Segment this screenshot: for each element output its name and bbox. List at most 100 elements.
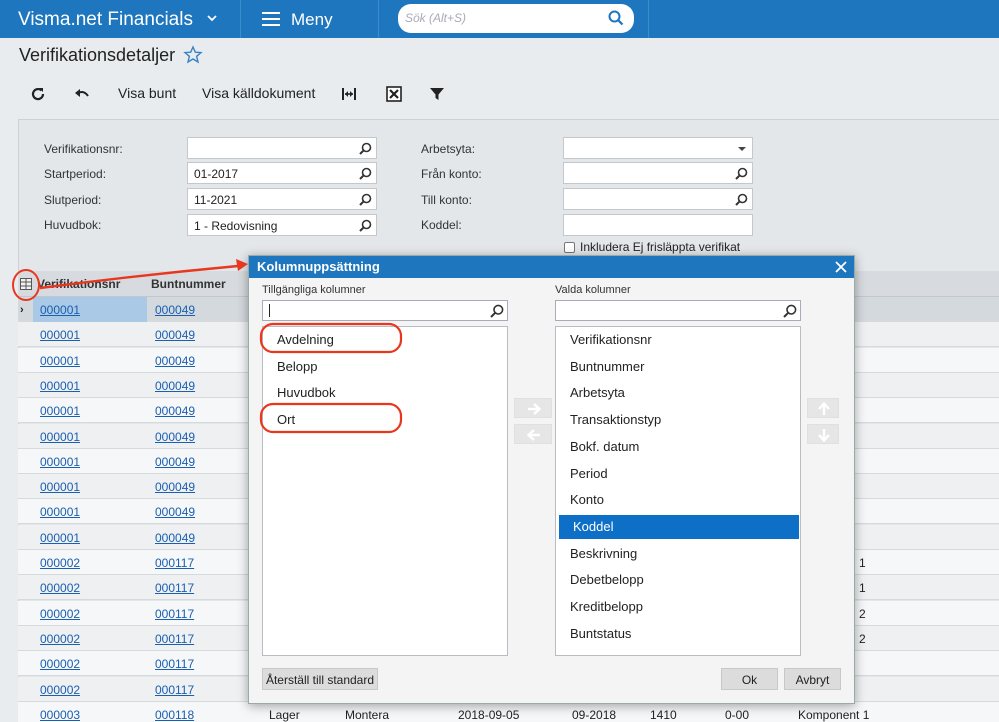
buntnummer-link[interactable]: 000049 xyxy=(155,531,195,545)
verifikationsnr-link[interactable]: 000001 xyxy=(40,328,80,342)
fit-columns-icon[interactable] xyxy=(341,86,357,102)
list-item[interactable]: Bokf. datum xyxy=(556,435,796,459)
ok-button[interactable]: Ok xyxy=(721,668,778,690)
verifikationsnr-link[interactable]: 000001 xyxy=(40,379,80,393)
list-item[interactable]: Huvudbok xyxy=(263,381,503,405)
buntnummer-link[interactable]: 000117 xyxy=(155,581,194,595)
buntnummer-link[interactable]: 000117 xyxy=(155,632,194,646)
verifikationsnr-link[interactable]: 000001 xyxy=(40,480,80,494)
divider xyxy=(648,0,649,38)
menu-button[interactable]: Meny xyxy=(291,10,333,30)
global-search-input[interactable]: Sök (Alt+S) xyxy=(398,4,634,33)
column-settings-icon[interactable] xyxy=(20,278,32,290)
inkludera-checkbox[interactable] xyxy=(564,242,575,253)
brand-name[interactable]: Visma.net Financials xyxy=(18,9,193,31)
reset-to-default-button[interactable]: Återställ till standard xyxy=(262,668,378,690)
verifikationsnr-link[interactable]: 000001 xyxy=(40,354,80,368)
table-row[interactable]: 000003 000118 Lager Montera 2018-09-05 09-201… xyxy=(18,701,999,722)
buntnummer-link[interactable]: 000049 xyxy=(155,480,195,494)
chevron-down-icon[interactable] xyxy=(206,12,218,24)
search-icon[interactable] xyxy=(608,10,624,26)
list-item[interactable]: Verifikationsnr xyxy=(556,328,796,352)
available-search-input[interactable] xyxy=(262,300,508,321)
visa-bunt-button[interactable]: Visa bunt xyxy=(118,85,176,101)
close-icon[interactable] xyxy=(834,260,848,274)
search-icon[interactable] xyxy=(735,167,748,180)
verifikationsnr-link[interactable]: 000001 xyxy=(40,404,80,418)
search-icon[interactable] xyxy=(735,193,748,206)
hamburger-menu-icon[interactable] xyxy=(262,12,280,26)
verifikationsnr-link[interactable]: 000001 xyxy=(40,531,80,545)
verifikationsnr-field[interactable] xyxy=(187,137,377,159)
list-item[interactable]: Buntnummer xyxy=(556,355,796,379)
startperiod-field[interactable]: 01-2017 xyxy=(187,162,377,184)
verifikationsnr-link[interactable]: 000002 xyxy=(40,632,80,646)
dropdown-caret-icon[interactable] xyxy=(738,147,746,151)
list-item[interactable]: Konto xyxy=(556,488,796,512)
list-item[interactable]: Koddel xyxy=(559,514,799,539)
export-excel-icon[interactable] xyxy=(386,86,402,102)
koddel-field[interactable] xyxy=(563,214,753,236)
fran-konto-field[interactable] xyxy=(563,162,753,184)
buntnummer-link[interactable]: 000049 xyxy=(155,379,195,393)
verifikationsnr-link[interactable]: 000002 xyxy=(40,556,80,570)
favorite-star-icon[interactable] xyxy=(183,45,203,65)
search-icon[interactable] xyxy=(359,167,372,180)
buntnummer-link[interactable]: 000117 xyxy=(155,607,194,621)
list-item[interactable]: Beskrivning xyxy=(556,542,796,566)
filter-icon[interactable] xyxy=(429,86,445,102)
buntnummer-link[interactable]: 000117 xyxy=(155,657,194,671)
selected-columns-list[interactable]: Verifikationsnr Buntnummer Arbetsyta Transa… xyxy=(555,326,801,656)
search-icon[interactable] xyxy=(359,142,372,155)
search-icon[interactable] xyxy=(359,193,372,206)
buntnummer-link[interactable]: 000117 xyxy=(155,683,194,697)
slutperiod-field[interactable]: 11-2021 xyxy=(187,188,377,210)
list-item[interactable]: Buntstatus xyxy=(556,622,796,646)
huvudbok-field[interactable]: 1 - Redovisning xyxy=(187,214,377,236)
move-right-button[interactable] xyxy=(514,398,552,418)
refresh-icon[interactable] xyxy=(30,86,46,102)
buntnummer-link[interactable]: 000049 xyxy=(155,303,195,317)
visa-kalldokument-button[interactable]: Visa källdokument xyxy=(202,85,315,101)
search-icon[interactable] xyxy=(359,219,372,232)
verifikationsnr-link[interactable]: 000002 xyxy=(40,657,80,671)
arbetsyta-select[interactable] xyxy=(563,137,753,159)
buntnummer-link[interactable]: 000049 xyxy=(155,404,195,418)
list-item[interactable]: Period xyxy=(556,462,796,486)
list-item[interactable]: Avdelning xyxy=(263,328,503,352)
verifikationsnr-link[interactable]: 000001 xyxy=(40,303,80,317)
column-header-buntnummer[interactable]: Buntnummer xyxy=(151,277,226,291)
till-konto-field[interactable] xyxy=(563,188,753,210)
verifikationsnr-link[interactable]: 000002 xyxy=(40,683,80,697)
list-item[interactable]: Arbetsyta xyxy=(556,381,796,405)
buntnummer-link[interactable]: 000117 xyxy=(155,556,194,570)
buntnummer-link[interactable]: 000049 xyxy=(155,354,195,368)
list-item[interactable]: Debetbelopp xyxy=(556,568,796,592)
buntnummer-link[interactable]: 000049 xyxy=(155,505,195,519)
move-up-button[interactable] xyxy=(807,398,839,418)
buntnummer-link[interactable]: 000118 xyxy=(155,708,194,722)
column-header-verifikationsnr[interactable]: Verifikationsnr xyxy=(37,277,120,291)
available-columns-list[interactable]: Avdelning Belopp Huvudbok Ort xyxy=(262,326,508,656)
list-item[interactable]: Transaktionstyp xyxy=(556,408,796,432)
cancel-button[interactable]: Avbryt xyxy=(784,668,841,690)
search-icon[interactable] xyxy=(783,304,797,318)
buntnummer-link[interactable]: 000049 xyxy=(155,328,195,342)
verifikationsnr-link[interactable]: 000001 xyxy=(40,505,80,519)
selected-search-input[interactable] xyxy=(555,300,801,321)
list-item[interactable]: Belopp xyxy=(263,355,503,379)
move-down-button[interactable] xyxy=(807,424,839,444)
move-left-button[interactable] xyxy=(514,424,552,444)
list-item[interactable]: Ort xyxy=(263,408,503,432)
verifikationsnr-link[interactable]: 000001 xyxy=(40,430,80,444)
undo-icon[interactable] xyxy=(74,86,90,102)
verifikationsnr-link[interactable]: 000001 xyxy=(40,455,80,469)
list-item[interactable]: Kreditbelopp xyxy=(556,595,796,619)
search-icon[interactable] xyxy=(490,304,504,318)
buntnummer-link[interactable]: 000049 xyxy=(155,430,195,444)
beskrivning-cell: Komponent 1 xyxy=(798,707,870,722)
verifikationsnr-link[interactable]: 000002 xyxy=(40,581,80,595)
verifikationsnr-link[interactable]: 000002 xyxy=(40,607,80,621)
verifikationsnr-link[interactable]: 000003 xyxy=(40,708,80,722)
buntnummer-link[interactable]: 000049 xyxy=(155,455,195,469)
